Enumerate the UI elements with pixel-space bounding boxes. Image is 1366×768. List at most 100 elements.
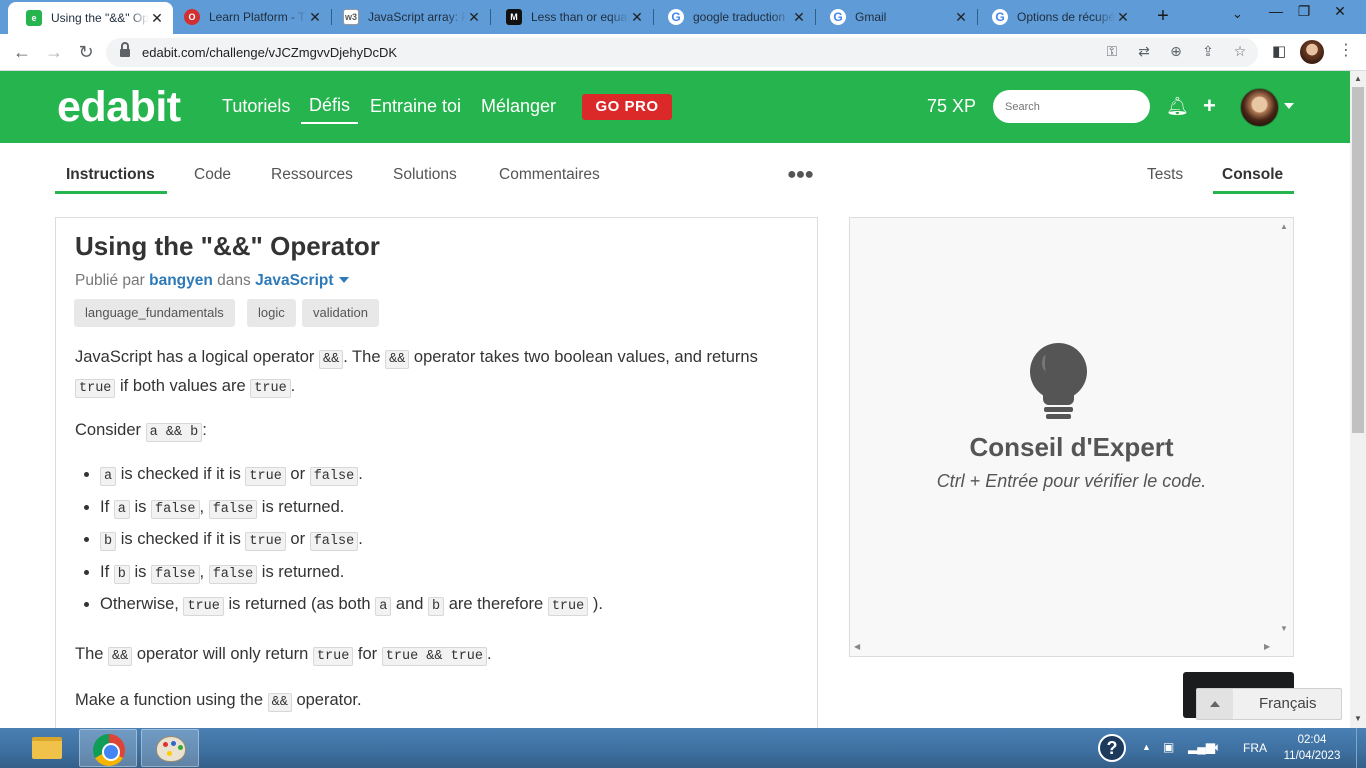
- tab-code[interactable]: Code: [194, 166, 231, 184]
- user-avatar[interactable]: [1240, 88, 1279, 127]
- browser-tab[interactable]: O Learn Platform - Third ✕: [166, 0, 331, 34]
- inline-code: true: [312, 647, 354, 666]
- tab-solutions[interactable]: Solutions: [393, 166, 457, 184]
- challenge-meta: Publié par bangyen dans JavaScript: [75, 272, 349, 290]
- side-panel-icon[interactable]: ◧: [1272, 42, 1286, 60]
- paint-taskbar-button[interactable]: [141, 729, 199, 767]
- tab-search-chevron-icon[interactable]: ⌄: [1232, 6, 1243, 22]
- author-link[interactable]: bangyen: [149, 272, 213, 289]
- list-item: a is checked if it is true or false.: [100, 458, 603, 491]
- tip-text: Ctrl + Entrée pour vérifier le code.: [936, 471, 1207, 491]
- tab-resources[interactable]: Ressources: [271, 166, 353, 184]
- scroll-down-arrow-icon[interactable]: ▼: [1280, 624, 1288, 633]
- close-tab-icon[interactable]: ✕: [466, 9, 482, 26]
- bell-icon[interactable]: 🔔︎: [1166, 96, 1189, 117]
- caret-down-icon[interactable]: [338, 277, 349, 283]
- lightbulb-icon: [1030, 343, 1087, 423]
- show-desktop-button[interactable]: [1356, 728, 1366, 768]
- clock-date: 11/04/2023: [1283, 750, 1341, 762]
- chevron-down-icon[interactable]: [1284, 103, 1294, 109]
- tab-title: Learn Platform - Third: [209, 10, 307, 24]
- opera-favicon-icon: O: [184, 9, 200, 25]
- tab-title: Gmail: [855, 10, 887, 24]
- browser-tab[interactable]: w3 JavaScript array: Print ✕: [325, 0, 490, 34]
- scrollbar-thumb[interactable]: [1352, 87, 1364, 433]
- search-input[interactable]: [993, 90, 1150, 123]
- forward-arrow-icon[interactable]: →: [42, 40, 66, 64]
- close-tab-icon[interactable]: ✕: [149, 10, 165, 27]
- lock-icon[interactable]: [120, 42, 130, 58]
- language-selector[interactable]: Français: [1196, 688, 1342, 720]
- scroll-up-arrow-icon[interactable]: ▲: [1280, 222, 1288, 231]
- google-favicon-icon: G: [992, 9, 1008, 25]
- translate-icon[interactable]: ⇄: [1134, 43, 1154, 60]
- scroll-right-arrow-icon[interactable]: ▶: [1264, 642, 1270, 651]
- back-arrow-icon[interactable]: ←: [10, 40, 34, 64]
- browser-tab[interactable]: G Options de récupération ✕: [974, 0, 1139, 34]
- address-bar[interactable]: edabit.com/challenge/vJCZmgvvDjehyDcDK ⚿…: [106, 38, 1258, 67]
- tag-logic[interactable]: logic: [247, 299, 296, 327]
- tab-comments[interactable]: Commentaires: [499, 166, 600, 184]
- input-language[interactable]: FRA: [1243, 741, 1267, 755]
- zoom-icon[interactable]: ⊕: [1166, 43, 1186, 60]
- chevron-up-icon[interactable]: [1197, 689, 1233, 719]
- close-tab-icon[interactable]: ✕: [953, 9, 969, 26]
- scroll-up-arrow-icon[interactable]: ▲: [1354, 74, 1362, 83]
- close-window-icon[interactable]: ✕: [1320, 0, 1360, 24]
- edabit-logo[interactable]: edabit: [57, 83, 181, 132]
- nav-challenges[interactable]: Défis: [301, 95, 359, 124]
- console-panel[interactable]: Conseil d'Expert Ctrl + Entrée pour véri…: [849, 217, 1294, 657]
- go-pro-button[interactable]: GO PRO: [582, 94, 672, 120]
- in-label: dans: [217, 272, 251, 289]
- description-paragraph: Make a function using the && operator.: [75, 691, 362, 712]
- browser-tab-active[interactable]: e Using the "&&" Operator | edabit ✕: [8, 2, 173, 34]
- tray-chevron-up-icon[interactable]: ▲: [1142, 742, 1151, 752]
- volume-icon[interactable]: 🔈︎: [1214, 740, 1221, 755]
- browser-tab[interactable]: G Gmail ✕: [812, 0, 977, 34]
- google-favicon-icon: G: [830, 9, 846, 25]
- more-options-icon[interactable]: ●●●: [787, 166, 814, 184]
- nav-tutorials[interactable]: Tutoriels: [222, 96, 290, 117]
- close-tab-icon[interactable]: ✕: [307, 9, 323, 26]
- restore-icon[interactable]: ❐: [1284, 0, 1324, 24]
- reload-icon[interactable]: ↻: [74, 40, 98, 64]
- close-tab-icon[interactable]: ✕: [629, 9, 645, 26]
- site-header: edabit Tutoriels Défis Entraine toi Méla…: [0, 71, 1350, 143]
- scroll-down-arrow-icon[interactable]: ▼: [1354, 714, 1362, 723]
- url-text[interactable]: edabit.com/challenge/vJCZmgvvDjehyDcDK: [142, 45, 397, 60]
- browser-tab[interactable]: M Less than or equal ✕: [488, 0, 653, 34]
- challenge-title: Using the "&&" Operator: [75, 231, 380, 261]
- bookmark-star-icon[interactable]: ☆: [1230, 43, 1250, 60]
- tab-title: JavaScript array: Print: [368, 10, 466, 24]
- tab-instructions[interactable]: Instructions: [66, 166, 155, 184]
- close-tab-icon[interactable]: ✕: [1115, 9, 1131, 26]
- system-clock[interactable]: 02:04 11/04/2023: [1282, 732, 1342, 764]
- mdn-favicon-icon: M: [506, 9, 522, 25]
- windows-taskbar: ? ▲ ▣ ▂▄▆ 🔈︎ FRA 02:04 11/04/2023: [0, 728, 1366, 768]
- device-icon[interactable]: ▣: [1163, 740, 1174, 754]
- tab-console[interactable]: Console: [1222, 166, 1283, 184]
- share-icon[interactable]: ⇪: [1198, 43, 1218, 60]
- tag-validation[interactable]: validation: [302, 299, 379, 327]
- tab-tests[interactable]: Tests: [1147, 166, 1183, 184]
- nav-shuffle[interactable]: Mélanger: [481, 96, 556, 117]
- language-link[interactable]: JavaScript: [255, 272, 333, 289]
- chrome-taskbar-button[interactable]: [79, 729, 137, 767]
- plus-icon[interactable]: +: [1203, 93, 1216, 119]
- scroll-left-arrow-icon[interactable]: ◀: [854, 642, 860, 651]
- chrome-icon: [93, 734, 125, 766]
- close-tab-icon[interactable]: ✕: [791, 9, 807, 26]
- browser-menu-icon[interactable]: ⋮: [1338, 40, 1354, 60]
- tag-language-fundamentals[interactable]: language_fundamentals: [74, 299, 235, 327]
- page-scrollbar[interactable]: ▲ ▼: [1350, 71, 1366, 728]
- new-tab-icon[interactable]: +: [1152, 5, 1174, 27]
- help-icon[interactable]: ?: [1098, 734, 1126, 762]
- description-paragraph: Consider a && b:: [75, 421, 207, 442]
- file-explorer-button[interactable]: [17, 729, 75, 767]
- nav-practice[interactable]: Entraine toi: [370, 96, 461, 117]
- network-signal-icon[interactable]: ▂▄▆: [1188, 740, 1215, 754]
- browser-tab[interactable]: G google traduction ✕: [650, 0, 815, 34]
- google-favicon-icon: G: [668, 9, 684, 25]
- profile-avatar[interactable]: [1300, 40, 1324, 64]
- key-icon[interactable]: ⚿: [1102, 43, 1122, 60]
